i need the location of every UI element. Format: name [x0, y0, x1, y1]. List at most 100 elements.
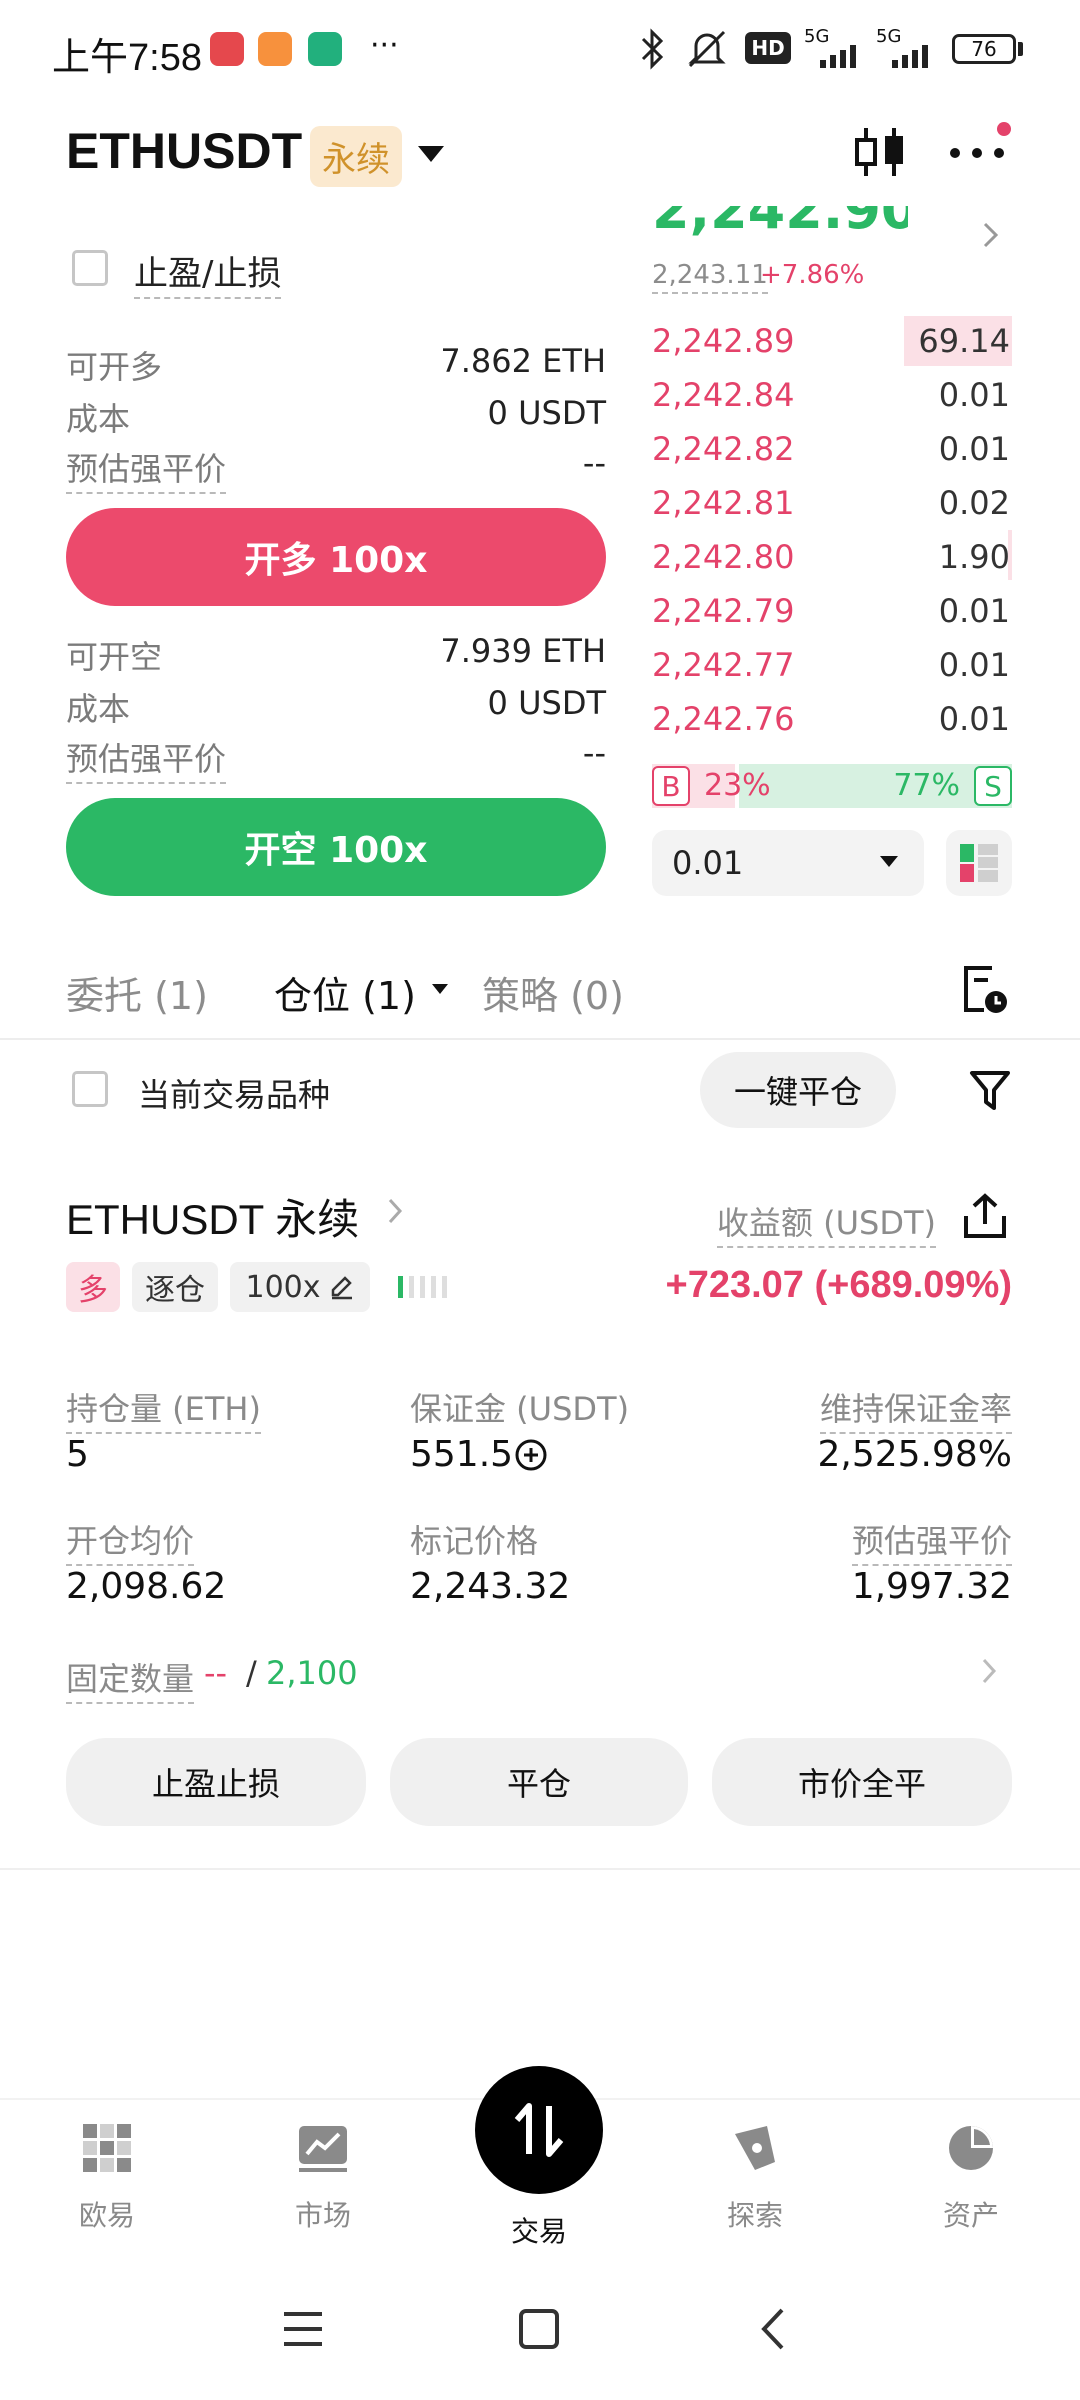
- fixed-qty-value: 2,100: [266, 1654, 358, 1692]
- share-icon[interactable]: [962, 1192, 1008, 1240]
- battery-tip: [1018, 42, 1023, 56]
- nav-explore-label: 探索: [726, 2199, 783, 2232]
- status-time: 上午7:58: [52, 37, 202, 79]
- size-label[interactable]: 持仓量 (ETH): [66, 1384, 261, 1434]
- fixed-qty-chevron-icon[interactable]: [980, 1656, 1000, 1686]
- mark-price[interactable]: 2,243.11: [652, 260, 768, 294]
- chevron-right-icon[interactable]: [980, 220, 1002, 250]
- long-available-label: 可开多: [66, 348, 163, 386]
- system-back-icon[interactable]: [758, 2306, 788, 2352]
- nav-home[interactable]: 欧易: [32, 2120, 182, 2234]
- tpsl-label[interactable]: 止盈/止损: [134, 246, 282, 299]
- long-liq-label[interactable]: 预估强平价: [66, 444, 227, 494]
- ask-price[interactable]: 2,242.84: [652, 376, 795, 414]
- market-close-all-button[interactable]: 市价全平: [712, 1738, 1012, 1826]
- buy-tag: B: [652, 766, 690, 806]
- filter-icon[interactable]: [968, 1068, 1012, 1112]
- short-available-label: 可开空: [66, 638, 163, 676]
- sell-ratio-fill: [739, 764, 1012, 808]
- positions-dropdown-icon[interactable]: [432, 984, 448, 994]
- risk-level-meter: [398, 1276, 454, 1298]
- long-available-value: 7.862 ETH: [440, 342, 606, 380]
- nav-trade[interactable]: 交易: [464, 2066, 614, 2250]
- swap-arrows-icon: [514, 2103, 564, 2157]
- buy-percent: 23%: [704, 768, 771, 803]
- nav-explore[interactable]: 探索: [680, 2120, 830, 2234]
- long-side-tag: 多: [66, 1262, 120, 1312]
- entry-price-label[interactable]: 开仓均价: [66, 1516, 195, 1566]
- mark-price-value: 2,243.32: [410, 1566, 571, 1607]
- system-home-icon[interactable]: [518, 2308, 560, 2350]
- book-layout-icon: [960, 844, 998, 882]
- ask-price[interactable]: 2,242.89: [652, 322, 795, 360]
- mute-icon: [688, 30, 726, 68]
- precision-select[interactable]: 0.01: [652, 830, 924, 896]
- nav-market[interactable]: 市场: [248, 2120, 398, 2234]
- pnl-label[interactable]: 收益额 (USDT): [716, 1198, 936, 1248]
- add-margin-icon[interactable]: [514, 1438, 548, 1472]
- tab-orders[interactable]: 委托 (1): [66, 965, 208, 1020]
- ask-price[interactable]: 2,242.81: [652, 484, 795, 522]
- open-long-button[interactable]: 开多 100x: [66, 508, 606, 606]
- pnl-value: +723.07 (+689.09%): [665, 1264, 1013, 1306]
- trade-fab: [475, 2066, 603, 2194]
- market-chart-icon: [299, 2126, 347, 2172]
- tab-divider: [0, 1038, 1080, 1040]
- ask-price[interactable]: 2,242.82: [652, 430, 795, 468]
- current-symbol-checkbox[interactable]: [72, 1071, 108, 1107]
- open-short-button[interactable]: 开空 100x: [66, 798, 606, 896]
- tpsl-button[interactable]: 止盈止损: [66, 1738, 366, 1826]
- position-chevron-icon[interactable]: [386, 1196, 406, 1226]
- short-liq-label[interactable]: 预估强平价: [66, 734, 227, 784]
- mmr-label[interactable]: 维持保证金率: [819, 1384, 1012, 1434]
- mark-price-label: 标记价格: [410, 1522, 539, 1560]
- long-cost-value: 0 USDT: [487, 394, 606, 432]
- candlestick-chart-icon[interactable]: [852, 124, 908, 180]
- symbol-title[interactable]: ETHUSDT: [66, 122, 302, 180]
- battery-level: 76: [971, 37, 997, 61]
- hd-badge: HD: [745, 32, 791, 64]
- ask-price[interactable]: 2,242.79: [652, 592, 795, 630]
- ask-qty: 0.01: [938, 430, 1010, 468]
- ask-qty: 0.02: [938, 484, 1010, 522]
- ask-qty: 0.01: [938, 592, 1010, 630]
- tpsl-checkbox[interactable]: [72, 250, 108, 286]
- position-title[interactable]: ETHUSDT 永续: [66, 1186, 359, 1247]
- liq-price-value: 1,997.32: [851, 1566, 1012, 1607]
- size-value: 5: [66, 1434, 89, 1475]
- close-all-button[interactable]: 一键平仓: [700, 1052, 896, 1128]
- order-history-icon[interactable]: [962, 964, 1010, 1016]
- leverage-tag[interactable]: 100x: [230, 1262, 370, 1312]
- nav-market-label: 市场: [294, 2199, 351, 2232]
- ask-qty: 1.90: [938, 538, 1010, 576]
- margin-mode-tag[interactable]: 逐仓: [132, 1262, 218, 1312]
- mmr-value: 2,525.98%: [817, 1434, 1012, 1475]
- book-layout-toggle[interactable]: [946, 830, 1012, 896]
- nav-assets[interactable]: 资产: [896, 2120, 1046, 2234]
- ask-qty: 0.01: [938, 646, 1010, 684]
- symbol-dropdown-icon[interactable]: [418, 146, 444, 162]
- close-position-button[interactable]: 平仓: [390, 1738, 688, 1826]
- fixed-qty-dash: --: [204, 1654, 228, 1692]
- current-symbol-label[interactable]: 当前交易品种: [138, 1070, 330, 1116]
- ask-price[interactable]: 2,242.80: [652, 538, 795, 576]
- short-available-value: 7.939 ETH: [440, 632, 606, 670]
- more-menu-icon[interactable]: [950, 140, 1010, 160]
- ask-price[interactable]: 2,242.77: [652, 646, 795, 684]
- ask-qty: 0.01: [938, 376, 1010, 414]
- precision-value: 0.01: [672, 844, 744, 882]
- position-divider: [0, 1868, 1080, 1870]
- sell-tag: S: [974, 766, 1012, 806]
- tab-strategies[interactable]: 策略 (0): [482, 965, 624, 1020]
- tab-positions[interactable]: 仓位 (1): [274, 965, 416, 1020]
- short-liq-value: --: [582, 734, 606, 772]
- ask-price[interactable]: 2,242.76: [652, 700, 795, 738]
- fixed-qty-label[interactable]: 固定数量: [66, 1654, 195, 1704]
- long-liq-value: --: [582, 444, 606, 482]
- system-menu-icon[interactable]: [282, 2310, 324, 2348]
- pie-chart-icon: [949, 2126, 993, 2170]
- liq-price-label[interactable]: 预估强平价: [851, 1516, 1012, 1566]
- last-price: 2,242.90: [652, 206, 908, 241]
- perpetual-tag: 永续: [310, 126, 402, 187]
- long-cost-label: 成本: [66, 400, 131, 438]
